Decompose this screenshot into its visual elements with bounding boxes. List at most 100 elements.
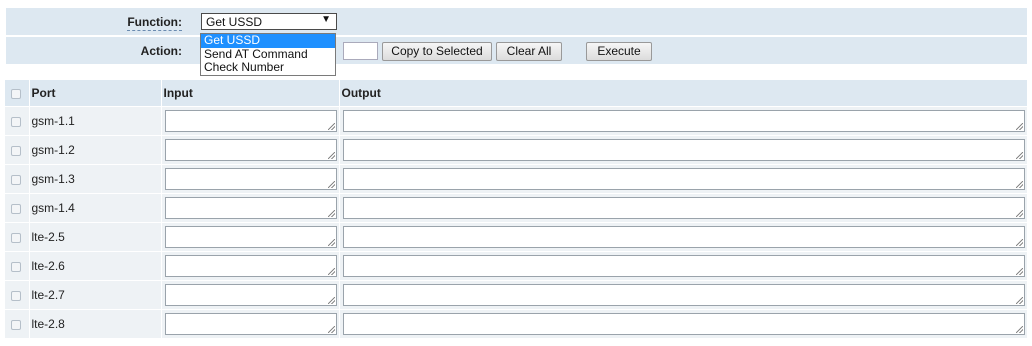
function-row: Function: Get USSD ▼	[5, 7, 1028, 36]
action-label: Action:	[140, 44, 182, 58]
resize-grip-icon[interactable]	[327, 152, 335, 159]
output-textarea[interactable]	[342, 168, 1025, 190]
resize-grip-icon[interactable]	[1016, 123, 1023, 130]
input-cell	[161, 193, 340, 223]
resize-grip-icon[interactable]	[1016, 297, 1023, 304]
resize-grip-icon[interactable]	[1016, 181, 1023, 188]
input-textarea[interactable]	[164, 284, 337, 306]
output-cell	[339, 309, 1028, 338]
resize-grip-icon[interactable]	[1016, 152, 1023, 159]
output-cell	[339, 222, 1028, 252]
output-header: Output	[339, 80, 1028, 107]
port-cell: lte-2.7	[29, 280, 162, 310]
table-row: gsm-1.3	[5, 164, 1028, 194]
table-row: lte-2.6	[5, 251, 1028, 281]
table-row: gsm-1.4	[5, 193, 1028, 223]
input-textarea[interactable]	[164, 168, 337, 190]
row-check-cell	[5, 309, 30, 338]
port-cell: gsm-1.3	[29, 164, 162, 194]
select-all-checkbox[interactable]	[11, 88, 21, 99]
output-textarea[interactable]	[342, 284, 1025, 306]
resize-grip-icon[interactable]	[327, 326, 335, 333]
resize-grip-icon[interactable]	[327, 297, 335, 304]
input-textarea[interactable]	[164, 313, 337, 335]
dropdown-option-check-number[interactable]: Check Number	[201, 61, 335, 75]
dropdown-arrow-icon: ▼	[321, 14, 331, 25]
input-cell	[161, 106, 340, 136]
input-cell	[161, 135, 340, 165]
dropdown-option-get-ussd[interactable]: Get USSD	[201, 34, 335, 48]
row-checkbox[interactable]	[11, 319, 21, 330]
resize-grip-icon[interactable]	[327, 181, 335, 188]
output-textarea[interactable]	[342, 255, 1025, 277]
output-textarea[interactable]	[342, 226, 1025, 248]
row-checkbox[interactable]	[11, 145, 21, 156]
function-label: Function:	[127, 15, 182, 31]
port-name: gsm-1.1	[31, 114, 75, 128]
resize-grip-icon[interactable]	[1016, 326, 1023, 333]
port-name: lte-2.5	[31, 230, 65, 244]
row-check-cell	[5, 251, 30, 281]
resize-grip-icon[interactable]	[327, 239, 335, 246]
output-cell	[339, 135, 1028, 165]
table-row: lte-2.7	[5, 280, 1028, 310]
output-cell	[339, 164, 1028, 194]
input-cell	[161, 251, 340, 281]
output-cell	[339, 280, 1028, 310]
resize-grip-icon[interactable]	[327, 123, 335, 130]
row-checkbox[interactable]	[11, 261, 21, 272]
input-cell	[161, 164, 340, 194]
table-row: lte-2.5	[5, 222, 1028, 252]
port-name: gsm-1.3	[31, 172, 75, 186]
output-cell	[339, 106, 1028, 136]
row-check-cell	[5, 193, 30, 223]
row-checkbox[interactable]	[11, 232, 21, 243]
row-checkbox[interactable]	[11, 290, 21, 301]
output-textarea[interactable]	[342, 139, 1025, 161]
input-textarea[interactable]	[164, 139, 337, 161]
select-all-cell	[5, 80, 30, 107]
table-row: gsm-1.1	[5, 106, 1028, 136]
table-header-row: Port Input Output	[5, 80, 1028, 107]
row-checkbox[interactable]	[11, 203, 21, 214]
output-cell	[339, 251, 1028, 281]
port-header: Port	[29, 80, 162, 107]
copy-to-selected-button[interactable]: Copy to Selected	[382, 42, 492, 61]
input-textarea[interactable]	[164, 226, 337, 248]
row-check-cell	[5, 222, 30, 252]
input-textarea[interactable]	[164, 255, 337, 277]
function-dropdown-list: Get USSD Send AT Command Check Number	[200, 33, 336, 76]
output-textarea[interactable]	[342, 313, 1025, 335]
row-check-cell	[5, 106, 30, 136]
resize-grip-icon[interactable]	[1016, 239, 1023, 246]
row-checkbox[interactable]	[11, 116, 21, 127]
function-select[interactable]: Get USSD ▼	[201, 13, 337, 30]
input-header: Input	[161, 80, 340, 107]
port-cell: lte-2.8	[29, 309, 162, 338]
port-name: lte-2.7	[31, 288, 65, 302]
execute-button[interactable]: Execute	[586, 42, 652, 61]
port-name: gsm-1.4	[31, 201, 75, 215]
output-textarea[interactable]	[342, 110, 1025, 132]
port-name: lte-2.6	[31, 259, 65, 273]
output-cell	[339, 193, 1028, 223]
row-check-cell	[5, 164, 30, 194]
resize-grip-icon[interactable]	[1016, 210, 1023, 217]
input-textarea[interactable]	[164, 197, 337, 219]
input-cell	[161, 280, 340, 310]
port-name: lte-2.8	[31, 317, 65, 331]
port-cell: lte-2.6	[29, 251, 162, 281]
action-row: Action: Copy to Selected Clear All Execu…	[5, 36, 1028, 65]
port-table: Port Input Output gsm-1.1 gsm-1.2 gsm-1.3 g…	[5, 80, 1028, 338]
resize-grip-icon[interactable]	[1016, 268, 1023, 275]
dropdown-option-send-at-command[interactable]: Send AT Command	[201, 47, 335, 62]
clear-all-button[interactable]: Clear All	[496, 42, 562, 61]
port-name: gsm-1.2	[31, 143, 75, 157]
action-input[interactable]	[343, 42, 378, 60]
input-textarea[interactable]	[164, 110, 337, 132]
function-selected-value: Get USSD	[206, 15, 263, 29]
resize-grip-icon[interactable]	[327, 268, 335, 275]
output-textarea[interactable]	[342, 197, 1025, 219]
row-checkbox[interactable]	[11, 174, 21, 185]
resize-grip-icon[interactable]	[327, 210, 335, 217]
